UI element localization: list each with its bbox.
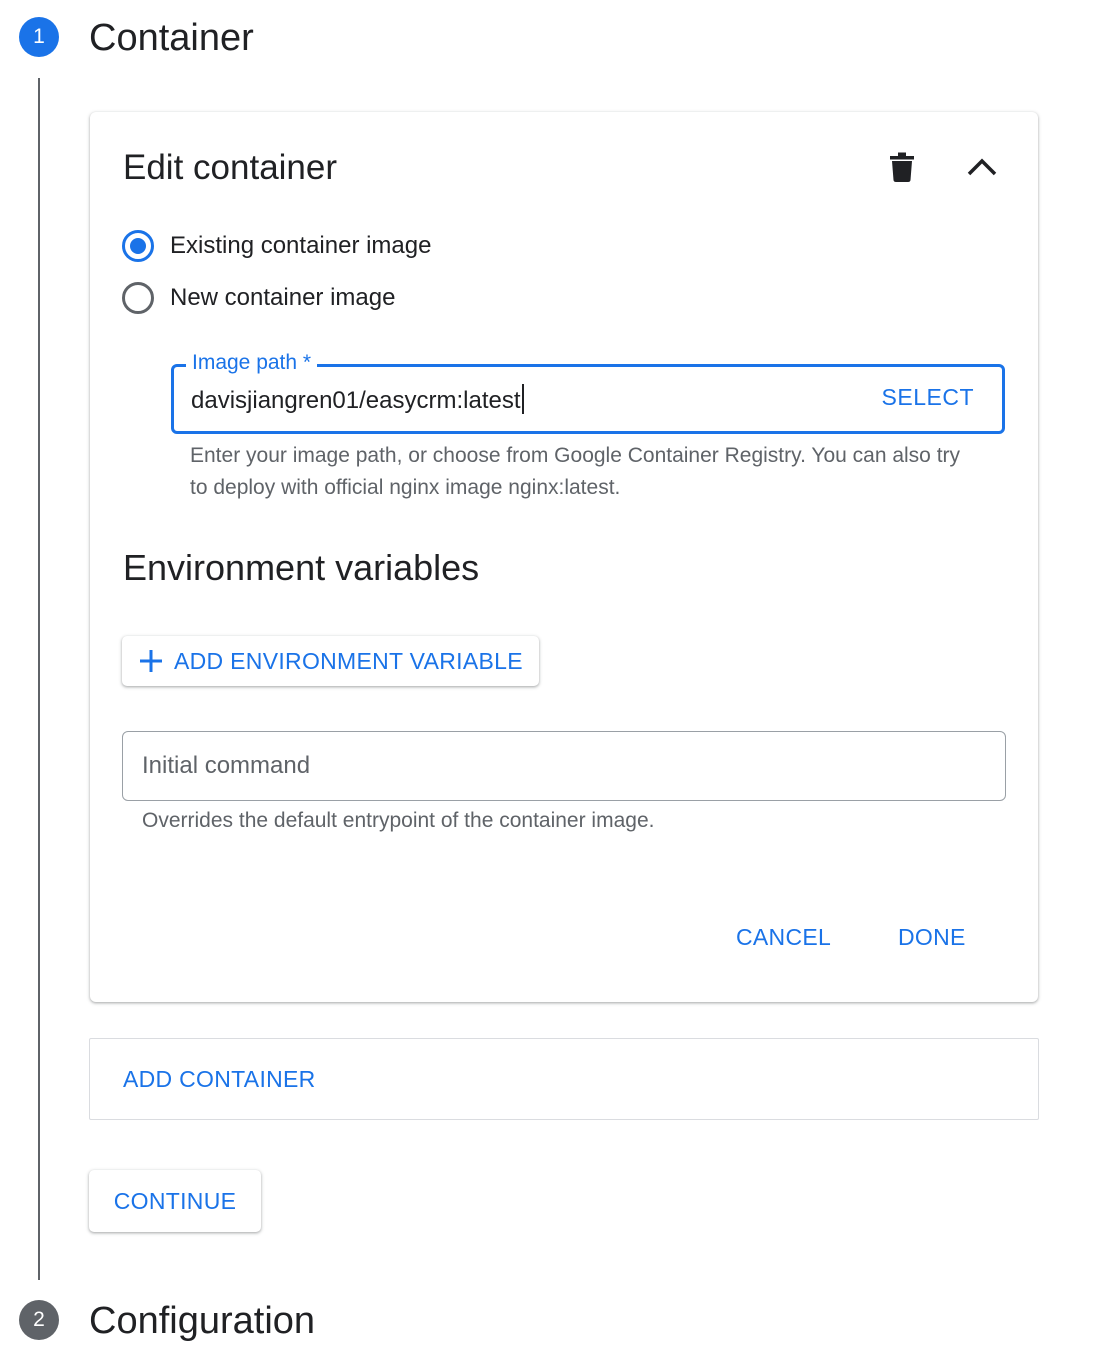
image-path-hint: Enter your image path, or choose from Go… [190, 444, 961, 499]
continue-label: CONTINUE [113, 1187, 237, 1214]
continue-button[interactable]: CONTINUE [89, 1170, 261, 1232]
add-container-label: ADD CONTAINER [123, 1066, 316, 1092]
radio-button-checked[interactable] [122, 230, 154, 262]
image-path-label: Image path * [186, 350, 318, 376]
initial-command-placeholder: Initial command [142, 752, 311, 779]
image-path-value: davisjiangren01/easycrm:latest [191, 387, 521, 414]
radio-label: Existing container image [170, 232, 432, 259]
step-1-title: Container [89, 17, 254, 59]
chevron-up-icon [967, 158, 997, 176]
stepper-connector-line [38, 78, 40, 1280]
initial-command-hint: Overrides the default entrypoint of the … [142, 809, 655, 832]
cancel-button[interactable]: CANCEL [736, 924, 831, 951]
add-container-button[interactable]: ADD CONTAINER [89, 1038, 1039, 1120]
step-1-badge: 1 [19, 17, 59, 57]
radio-button-unchecked[interactable] [122, 282, 154, 314]
add-env-label: ADD ENVIRONMENT VARIABLE [174, 647, 523, 674]
trash-icon [890, 152, 914, 182]
step-2-title: Configuration [89, 1300, 316, 1342]
initial-command-field[interactable]: Initial command [122, 731, 1006, 801]
select-image-button[interactable]: SELECT [882, 384, 974, 411]
radio-existing-image[interactable]: Existing container image [122, 230, 431, 262]
image-path-field[interactable]: Image path * davisjiangren01/easycrm:lat… [171, 350, 1005, 434]
plus-icon [140, 650, 162, 672]
add-environment-variable-button[interactable]: ADD ENVIRONMENT VARIABLE [122, 636, 539, 686]
env-vars-heading: Environment variables [123, 547, 480, 588]
delete-container-button[interactable] [880, 145, 924, 189]
radio-label: New container image [170, 284, 396, 311]
create-deployment-page: 1 Container Edit container Existing cont… [0, 0, 1100, 1368]
image-path-input[interactable]: davisjiangren01/easycrm:latest [191, 384, 524, 415]
step-2-badge: 2 [19, 1300, 59, 1340]
done-button[interactable]: DONE [898, 924, 966, 951]
card-title: Edit container [123, 148, 338, 187]
collapse-card-button[interactable] [960, 145, 1004, 189]
text-caret [521, 384, 524, 414]
edit-container-card: Edit container Existing container image … [90, 112, 1038, 1002]
radio-new-image[interactable]: New container image [122, 282, 395, 314]
